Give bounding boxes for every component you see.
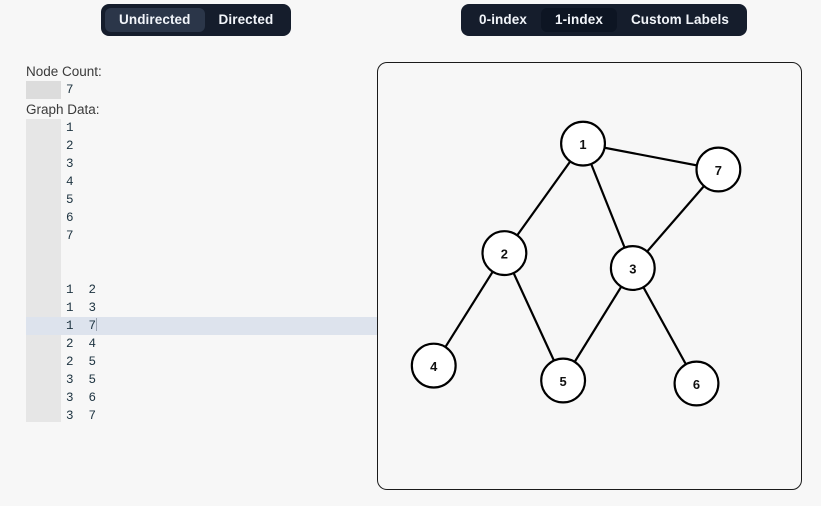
graph-node[interactable]: 3 bbox=[609, 245, 656, 292]
graph-data-input[interactable]: 1 2 3 4 5 6 7 1 2 1 3 1 7 2 4 2 5 3 5 3 6 3 7 bbox=[26, 119, 387, 425]
graph-data-line: 1 bbox=[66, 121, 74, 135]
graph-node-label: 7 bbox=[715, 163, 722, 178]
graph-edges-layer bbox=[432, 142, 720, 385]
graph-type-option-undirected[interactable]: Undirected bbox=[105, 8, 205, 32]
graph-data-line: 4 bbox=[66, 175, 74, 189]
graph-data-line: 1 3 bbox=[66, 301, 97, 315]
graph-node[interactable]: 1 bbox=[560, 120, 607, 167]
index-mode-toggle: 0-index 1-index Custom Labels bbox=[461, 4, 748, 36]
graph-node[interactable]: 2 bbox=[481, 230, 528, 277]
graph-node-label: 4 bbox=[430, 359, 438, 374]
graph-node-label: 6 bbox=[693, 377, 700, 392]
graph-data-line bbox=[66, 245, 351, 263]
graph-canvas[interactable]: 1 2 3 4 5 6 7 bbox=[378, 63, 801, 489]
graph-data-line: 3 6 bbox=[66, 391, 97, 405]
graph-data-line: 5 bbox=[66, 193, 74, 207]
graph-data-line: 2 5 bbox=[66, 355, 97, 369]
graph-data-line: 2 bbox=[66, 139, 74, 153]
graph-data-line: 1 7 bbox=[26, 317, 387, 335]
graph-data-line: 6 bbox=[66, 211, 74, 225]
graph-data-line: 2 4 bbox=[66, 337, 97, 351]
graph-data-line: 7 bbox=[66, 229, 74, 243]
graph-data-lines: 1 2 3 4 5 6 7 1 2 1 3 1 7 2 4 2 5 3 5 3 6 3 7 bbox=[26, 119, 387, 425]
index-mode-option-1-index[interactable]: 1-index bbox=[540, 8, 617, 32]
graph-node-label: 3 bbox=[629, 262, 636, 277]
node-count-input[interactable]: 7 bbox=[26, 81, 351, 99]
graph-node[interactable]: 5 bbox=[540, 357, 587, 404]
graph-data-line: 1 2 bbox=[66, 283, 97, 297]
graph-node[interactable]: 4 bbox=[410, 342, 457, 389]
text-caret bbox=[96, 318, 98, 331]
graph-type-option-directed[interactable]: Directed bbox=[205, 8, 288, 32]
index-mode-option-0-index[interactable]: 0-index bbox=[465, 8, 541, 32]
node-count-lines: 7 bbox=[26, 81, 351, 99]
graph-visualization-panel[interactable]: 1 2 3 4 5 6 7 bbox=[377, 62, 802, 490]
graph-node-label: 1 bbox=[579, 137, 586, 152]
graph-data-label: Graph Data: bbox=[26, 102, 100, 117]
graph-node[interactable]: 6 bbox=[673, 360, 720, 407]
graph-data-line bbox=[66, 263, 351, 281]
graph-type-toggle: Undirected Directed bbox=[101, 4, 292, 36]
graph-node-label: 5 bbox=[560, 374, 567, 389]
graph-data-line: 3 7 bbox=[66, 409, 97, 423]
node-count-label: Node Count: bbox=[26, 64, 102, 79]
node-count-line: 7 bbox=[66, 83, 74, 97]
graph-node[interactable]: 7 bbox=[695, 146, 742, 193]
graph-data-line: 3 bbox=[66, 157, 74, 171]
index-mode-option-custom-labels[interactable]: Custom Labels bbox=[617, 8, 743, 32]
editor-column: Node Count: 7 Graph Data: 12345671 21 31… bbox=[26, 62, 387, 425]
graph-data-line: 3 5 bbox=[66, 373, 97, 387]
graph-node-label: 2 bbox=[501, 247, 508, 262]
